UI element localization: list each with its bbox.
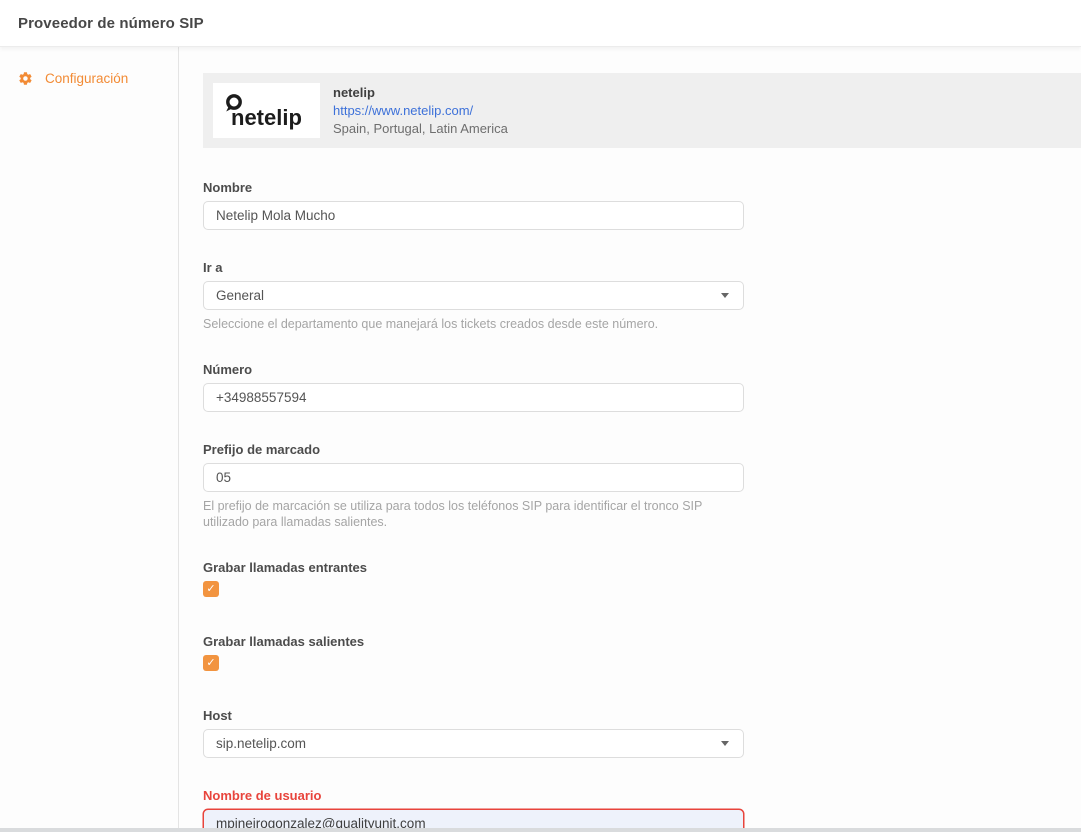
sidebar: Configuración <box>0 47 179 832</box>
provider-logo: netelip <box>213 83 320 138</box>
gear-icon <box>18 71 33 86</box>
field-group-numero: Número <box>203 362 744 412</box>
chevron-down-icon <box>721 741 729 746</box>
main-content: netelip netelip https://www.netelip.com/… <box>179 47 1081 832</box>
provider-name: netelip <box>333 85 508 100</box>
numero-input[interactable] <box>203 383 744 412</box>
prefijo-helper-text: El prefijo de marcación se utiliza para … <box>203 498 733 530</box>
provider-url-link[interactable]: https://www.netelip.com/ <box>333 103 508 118</box>
field-group-nombre: Nombre <box>203 180 744 230</box>
host-label: Host <box>203 708 744 724</box>
field-group-grabar-salientes: Grabar llamadas salientes <box>203 634 744 671</box>
provider-banner: netelip netelip https://www.netelip.com/… <box>203 73 1081 148</box>
grabar-salientes-checkbox[interactable] <box>203 655 219 671</box>
grabar-entrantes-checkbox[interactable] <box>203 581 219 597</box>
usuario-label: Nombre de usuario <box>203 788 744 804</box>
field-group-usuario: Nombre de usuario <box>203 788 744 832</box>
provider-regions: Spain, Portugal, Latin America <box>333 121 508 136</box>
sidebar-item-label: Configuración <box>45 71 128 86</box>
ir-a-selected-value: General <box>216 288 264 303</box>
svg-text:netelip: netelip <box>231 105 302 130</box>
grabar-entrantes-label: Grabar llamadas entrantes <box>203 560 744 576</box>
field-group-grabar-entrantes: Grabar llamadas entrantes <box>203 560 744 597</box>
chevron-down-icon <box>721 293 729 298</box>
ir-a-helper-text: Seleccione el departamento que manejará … <box>203 316 733 332</box>
prefijo-label: Prefijo de marcado <box>203 442 744 458</box>
provider-meta: netelip https://www.netelip.com/ Spain, … <box>333 85 508 136</box>
page-title: Proveedor de número SIP <box>18 15 204 32</box>
page-body: Configuración netelip netelip https://ww… <box>0 47 1081 832</box>
field-group-prefijo: Prefijo de marcado El prefijo de marcaci… <box>203 442 744 530</box>
prefijo-input[interactable] <box>203 463 744 492</box>
numero-label: Número <box>203 362 744 378</box>
netelip-logo-icon: netelip <box>221 92 313 130</box>
app-header: Proveedor de número SIP <box>0 0 1081 47</box>
field-group-ir-a: Ir a General Seleccione el departamento … <box>203 260 744 332</box>
bottom-edge-strip <box>0 828 1081 832</box>
nombre-input[interactable] <box>203 201 744 230</box>
field-group-host: Host sip.netelip.com <box>203 708 744 758</box>
grabar-salientes-label: Grabar llamadas salientes <box>203 634 744 650</box>
nombre-label: Nombre <box>203 180 744 196</box>
configuration-form: Nombre Ir a General Seleccione el depart… <box>203 180 744 832</box>
ir-a-label: Ir a <box>203 260 744 276</box>
sidebar-item-configuracion[interactable]: Configuración <box>0 71 178 86</box>
ir-a-select[interactable]: General <box>203 281 744 310</box>
host-select[interactable]: sip.netelip.com <box>203 729 744 758</box>
host-selected-value: sip.netelip.com <box>216 736 306 751</box>
